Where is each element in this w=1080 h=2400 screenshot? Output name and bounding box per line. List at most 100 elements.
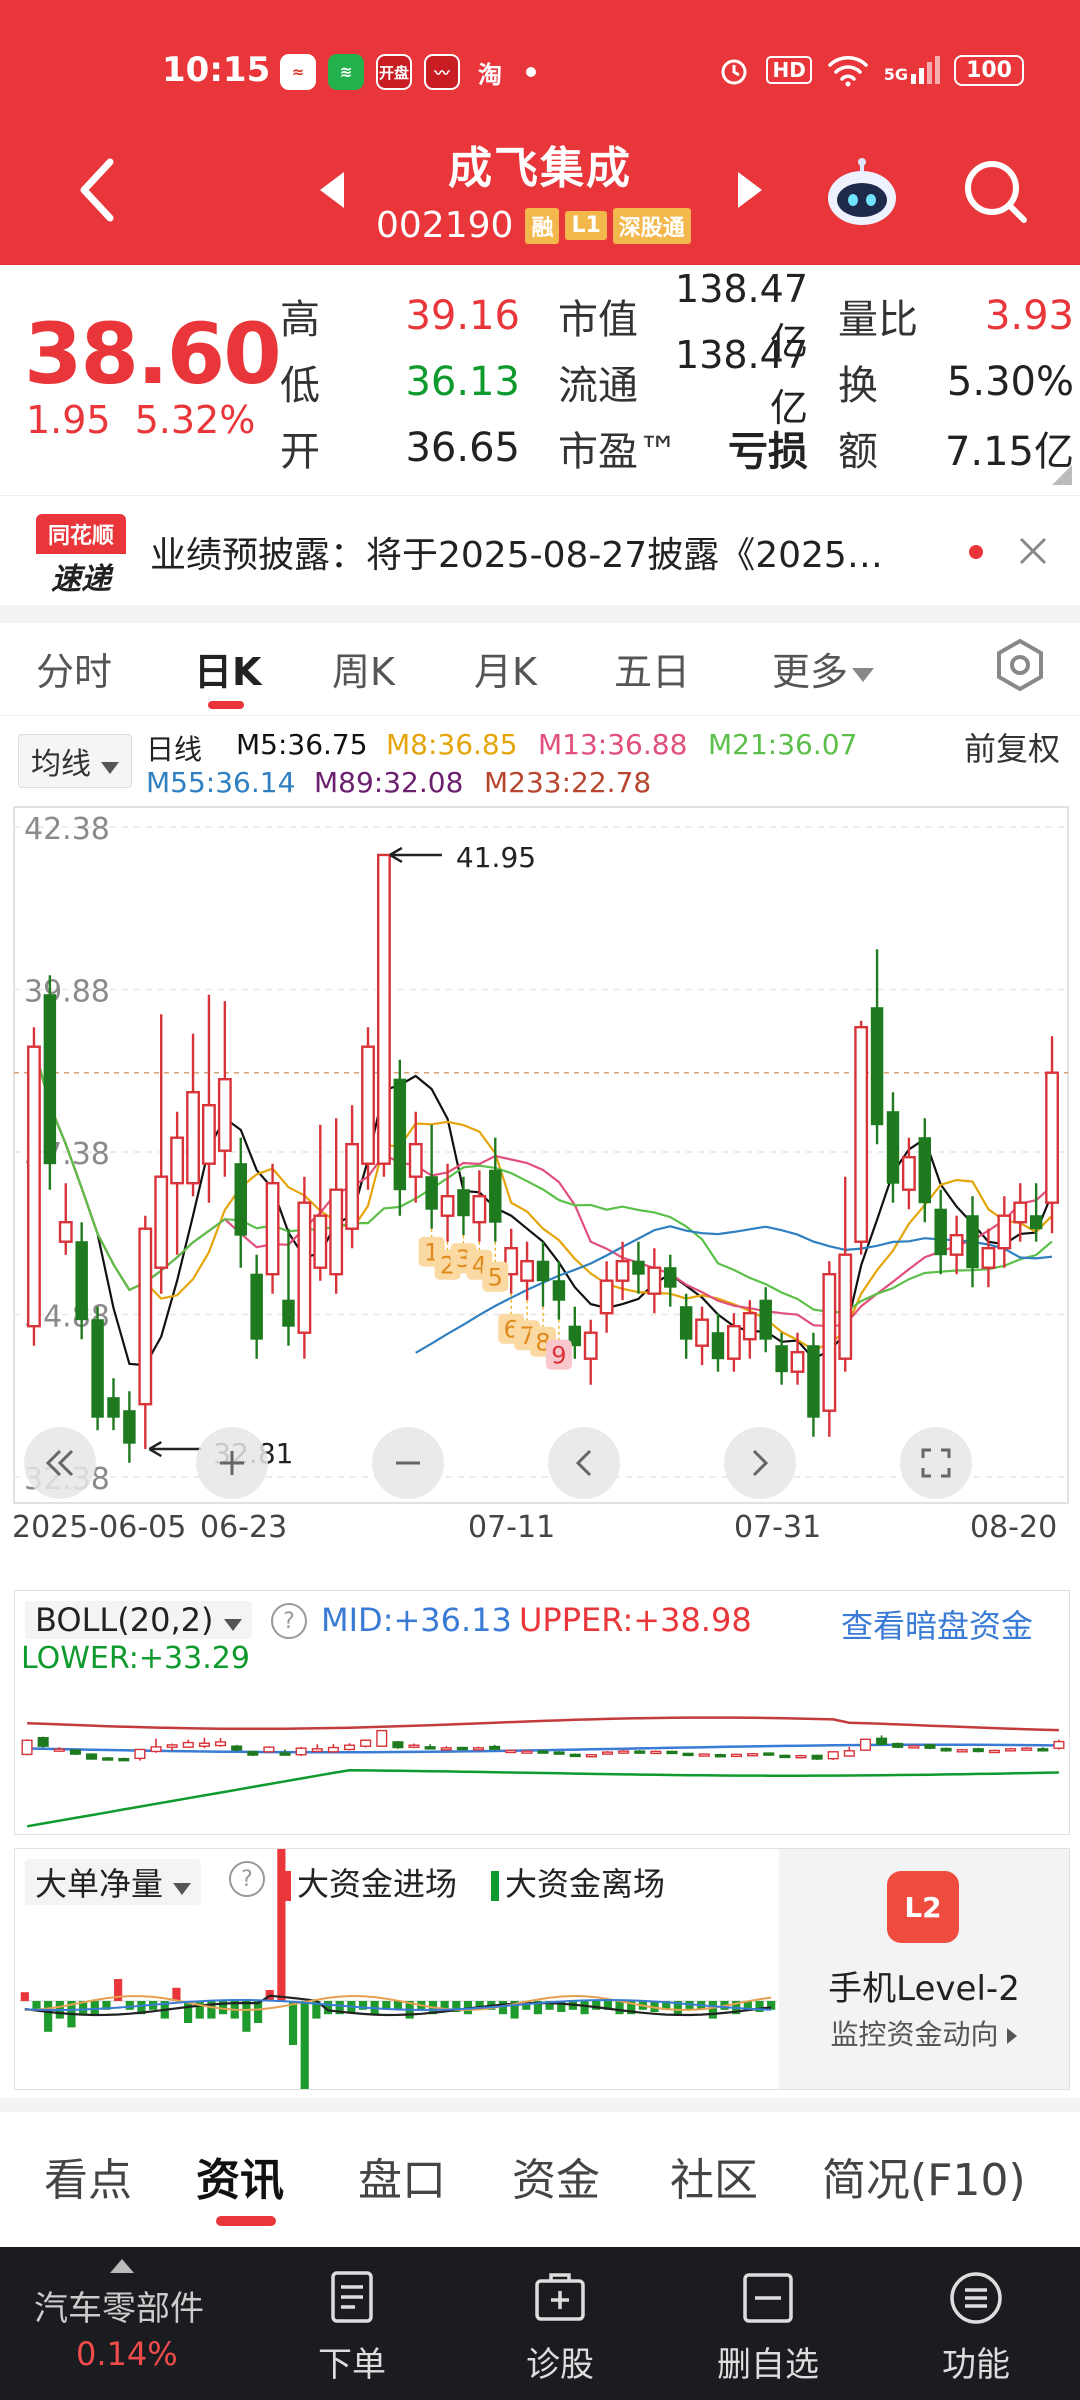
- close-icon[interactable]: [1018, 536, 1048, 566]
- low-label: 低: [280, 363, 320, 409]
- functions-button[interactable]: 功能: [896, 2269, 1056, 2386]
- sequence-marker: 9: [545, 1339, 572, 1370]
- ma-m55: M55:36.14: [146, 766, 296, 799]
- boll-candle-body: [569, 1753, 581, 1758]
- assistant-robot-icon[interactable]: [824, 158, 900, 228]
- candle-body-up: [329, 1188, 344, 1276]
- x-axis-labels: 2025-06-05 06-23 07-11 07-31 08-20: [0, 1510, 1080, 1560]
- settings-hexagon-icon[interactable]: [992, 637, 1048, 693]
- boll-candle-body: [988, 1749, 1000, 1754]
- order-button[interactable]: 下单: [272, 2269, 432, 2386]
- big-order-bar: [288, 2001, 298, 2045]
- remove-watchlist-button[interactable]: 删自选: [688, 2269, 848, 2386]
- double-chevron-left-icon: [45, 1449, 74, 1477]
- tab-highlights[interactable]: 看点: [44, 2144, 132, 2208]
- news-text[interactable]: 业绩预披露：将于2025-08-27披露《2025…: [150, 526, 950, 578]
- boll-candle-body: [134, 1748, 146, 1760]
- status-time: 10:15: [162, 50, 271, 90]
- search-icon[interactable]: [962, 158, 1028, 224]
- caret-up-icon[interactable]: [110, 2259, 134, 2273]
- zoom-in-button[interactable]: [196, 1427, 268, 1499]
- back-icon[interactable]: [66, 150, 126, 230]
- tab-five-day[interactable]: 五日: [614, 641, 690, 696]
- order-document-icon: [331, 2271, 373, 2323]
- unread-dot-icon: [969, 545, 983, 559]
- adjust-mode-button[interactable]: 前复权: [964, 724, 1060, 770]
- boll-candle-body: [795, 1755, 807, 1759]
- big-order-panel[interactable]: 大单净量 ? 大资金进场 大资金离场 L2 手机Level-2 监控资金动向: [14, 1848, 1070, 2090]
- boll-candle-body: [360, 1739, 372, 1747]
- functions-button-label: 功能: [942, 2345, 1010, 2385]
- header: 10:15 ≈ ≋ 开盘 〰 淘 HD 5G 100 成飞集成 002190 融…: [0, 0, 1080, 265]
- boll-candle-body: [327, 1746, 339, 1753]
- change-amount: 1.95: [26, 398, 111, 442]
- candle-body-up: [297, 1201, 312, 1334]
- boll-candle-body: [908, 1745, 920, 1749]
- x-label-0: 2025-06-05: [12, 1510, 187, 1545]
- pan-left-button[interactable]: [548, 1427, 620, 1499]
- fullscreen-button[interactable]: [900, 1427, 972, 1499]
- tab-funds[interactable]: 资金: [512, 2144, 600, 2208]
- tab-community[interactable]: 社区: [670, 2144, 758, 2208]
- float-value: 138.47亿: [675, 332, 808, 430]
- tab-weekly-k[interactable]: 周K: [332, 641, 395, 696]
- tab-intraday[interactable]: 分时: [36, 641, 112, 696]
- candle-body-up: [742, 1312, 757, 1341]
- boll-candle-body: [408, 1744, 420, 1748]
- y-tick-label: 42.38: [24, 812, 110, 847]
- candle-body-down: [43, 994, 57, 1165]
- candle-body-up: [583, 1331, 598, 1360]
- boll-panel[interactable]: BOLL(20,2) ? MID:+36.13 UPPER:+38.98 查看暗…: [14, 1590, 1070, 1835]
- boll-candle-body: [924, 1744, 936, 1749]
- big-order-bar: [125, 2001, 134, 2010]
- candle-body-up: [170, 1136, 185, 1185]
- zoom-out-button[interactable]: [372, 1427, 444, 1499]
- ma-indicator-select[interactable]: 均线: [18, 734, 132, 788]
- candle-body-up: [901, 1156, 916, 1191]
- next-stock-icon[interactable]: [736, 170, 764, 210]
- big-order-bar: [184, 2001, 193, 2023]
- kline-svg[interactable]: 42.3839.8837.3834.8832.3841.9532.8112345…: [0, 805, 1080, 1505]
- ma-select-label: 均线: [31, 747, 91, 782]
- x-label-4: 08-20: [970, 1510, 1058, 1545]
- boll-candle-body: [1021, 1747, 1033, 1751]
- battery-indicator: 100: [954, 54, 1024, 86]
- boll-candle-body: [601, 1751, 614, 1755]
- minus-box-icon: [743, 2273, 793, 2323]
- open-label: 开: [280, 429, 320, 475]
- expand-corner-icon[interactable]: [1052, 465, 1072, 485]
- candle-body-up: [440, 1195, 455, 1217]
- candle-body-up: [854, 1025, 869, 1243]
- news-logo-bottom: 速递: [51, 562, 111, 597]
- zoom-out-full-button[interactable]: [24, 1427, 96, 1499]
- turnover-label: 换: [838, 363, 878, 409]
- boll-candle-body: [843, 1750, 855, 1757]
- tab-profile-f10[interactable]: 简况(F10): [822, 2144, 1026, 2208]
- prev-stock-icon[interactable]: [318, 170, 346, 210]
- pan-right-button[interactable]: [724, 1427, 796, 1499]
- news-strip[interactable]: 同花顺 速递 业绩预披露：将于2025-08-27披露《2025…: [0, 495, 1080, 605]
- status-bar: 10:15 ≈ ≋ 开盘 〰 淘 HD 5G 100: [0, 0, 1080, 150]
- ma-kind-label: 日线: [146, 733, 203, 766]
- boll-candle-body: [634, 1750, 646, 1754]
- tab-order-book[interactable]: 盘口: [358, 2144, 446, 2208]
- taobao-icon: 淘: [478, 60, 502, 89]
- boll-candle-body: [779, 1754, 791, 1759]
- level2-promo-card[interactable]: L2 手机Level-2 监控资金动向: [779, 1849, 1069, 2089]
- tab-more[interactable]: 更多: [772, 641, 875, 696]
- diagnose-kit-icon: [535, 2273, 585, 2321]
- candle-body-down: [234, 1163, 247, 1236]
- y-tick-label: 39.88: [24, 975, 110, 1010]
- tab-monthly-k[interactable]: 月K: [474, 641, 537, 696]
- sector-name[interactable]: 汽车零部件: [34, 2281, 204, 2330]
- boll-candle-body: [37, 1736, 49, 1747]
- status-right: HD 5G 100: [716, 52, 1024, 88]
- kline-chart[interactable]: 42.3839.8837.3834.8832.3841.9532.8112345…: [0, 805, 1080, 1505]
- tab-news[interactable]: 资讯: [196, 2144, 284, 2208]
- ma-m13: M13:36.88: [538, 728, 688, 761]
- tab-daily-k[interactable]: 日K: [194, 641, 261, 696]
- boll-candle-body: [505, 1749, 517, 1754]
- diagnose-button[interactable]: 诊股: [480, 2269, 640, 2386]
- candle-body-up: [408, 1143, 423, 1178]
- news-logo-top: 同花顺: [36, 514, 126, 554]
